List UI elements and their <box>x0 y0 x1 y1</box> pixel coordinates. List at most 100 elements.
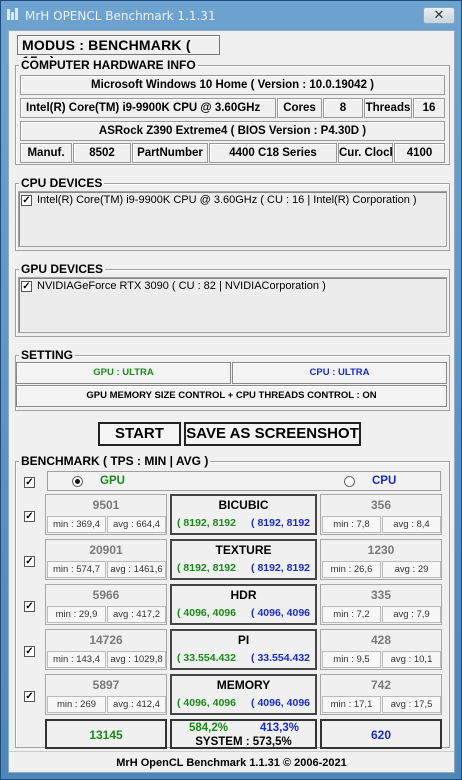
test-cpu-size: ( 8192, 8192 <box>251 517 310 529</box>
test-gpu-size: ( 33.554.432 <box>177 652 236 664</box>
cpu-score-box: 1230 min : 26,6 avg : 29 <box>320 539 442 580</box>
test-checkbox[interactable]: ✓ <box>24 601 35 612</box>
gpu-min: min : 269 <box>47 696 106 713</box>
cores-label: Cores <box>277 98 322 118</box>
cpu-min: min : 9,5 <box>322 651 381 668</box>
test-gpu-size: ( 4096, 4096 <box>177 697 236 709</box>
gpu-score: 14726 <box>89 633 123 647</box>
test-label-box: TEXTURE ( 8192, 8192 ( 8192, 8192 <box>170 539 317 580</box>
cpu-avg: avg : 8,4 <box>382 516 441 533</box>
test-name: HDR <box>230 588 257 602</box>
cpu-score-box: 356 min : 7,8 avg : 8,4 <box>320 494 442 535</box>
memory-control-button[interactable]: GPU MEMORY SIZE CONTROL + CPU THREADS CO… <box>16 385 447 407</box>
cpu-score: 1230 <box>367 543 395 557</box>
test-name: BICUBIC <box>218 498 269 512</box>
manuf-label: Manuf. <box>20 143 72 163</box>
threads-value: 16 <box>413 98 445 118</box>
mode-label: MODUS : BENCHMARK ( 15s ) <box>17 35 220 69</box>
gpu-score: 9501 <box>92 498 120 512</box>
clock-value: 4100 <box>394 143 445 163</box>
setting-title: SETTING <box>19 348 76 362</box>
cores-value: 8 <box>323 98 363 118</box>
test-label-box: MEMORY ( 4096, 4096 ( 4096, 4096 <box>170 674 317 715</box>
cpu-score: 356 <box>370 498 392 512</box>
cpu-quality-button[interactable]: CPU : ULTRA <box>232 362 447 384</box>
gpu-score-box: 5897 min : 269 avg : 412,4 <box>45 674 167 715</box>
test-checkbox[interactable]: ✓ <box>24 511 35 522</box>
gpu-score-box: 20901 min : 574,7 avg : 1461,6 <box>45 539 167 580</box>
threads-label: Threads <box>364 98 412 118</box>
gpu-score-box: 5966 min : 29,9 avg : 417,2 <box>45 584 167 625</box>
cpu-devices-title: CPU DEVICES <box>19 176 105 190</box>
test-name: TEXTURE <box>215 543 272 557</box>
cpu-avg: avg : 10,1 <box>382 651 441 668</box>
total-cpu-box: 620 <box>320 719 442 749</box>
gpu-avg: avg : 1461,6 <box>107 561 166 578</box>
cpu-avg: avg : 17,5 <box>382 696 441 713</box>
total-gpu-score: 13145 <box>89 728 123 742</box>
client-area: MODUS : BENCHMARK ( 15s ) COMPUTER HARDW… <box>8 30 455 773</box>
cpu-device-item[interactable]: Intel(R) Core(TM) i9-9900K CPU @ 3.60GHz… <box>37 194 417 206</box>
cpu-radio[interactable] <box>344 476 355 487</box>
title-bar[interactable]: MrH OPENCL Benchmark 1.1.31 ✕ <box>1 1 461 29</box>
benchmark-all-checkbox[interactable]: ✓ <box>24 477 35 488</box>
save-screenshot-button[interactable]: SAVE AS SCREENSHOT <box>184 422 361 446</box>
system-score: SYSTEM : 573,5% <box>195 736 292 748</box>
test-checkbox[interactable]: ✓ <box>24 691 35 702</box>
test-name: MEMORY <box>216 678 271 692</box>
cpu-min: min : 17,1 <box>322 696 381 713</box>
test-checkbox[interactable]: ✓ <box>24 556 35 567</box>
benchmark-title: BENCHMARK ( TPS : MIN | AVG ) <box>19 454 211 468</box>
system-box: 584,2% 413,3% SYSTEM : 573,5% <box>170 719 317 749</box>
gpu-min: min : 369,4 <box>47 516 106 533</box>
gpu-score: 20901 <box>89 543 123 557</box>
gpu-radio-label[interactable]: GPU <box>100 475 125 487</box>
test-cpu-size: ( 4096, 4096 <box>251 697 310 709</box>
cpu-score: 742 <box>370 678 392 692</box>
gpu-score: 5897 <box>92 678 120 692</box>
test-cpu-size: ( 33.554.432 <box>251 652 310 664</box>
app-window: MrH OPENCL Benchmark 1.1.31 ✕ MODUS : BE… <box>0 0 462 780</box>
app-icon <box>7 8 18 20</box>
gpu-avg: avg : 664,4 <box>107 516 166 533</box>
test-label-box: HDR ( 4096, 4096 ( 4096, 4096 <box>170 584 317 625</box>
cpu-radio-label[interactable]: CPU <box>372 475 396 487</box>
cpu-score-box: 428 min : 9,5 avg : 10,1 <box>320 629 442 670</box>
pct-gpu: 584,2% <box>189 722 229 734</box>
total-gpu-box: 13145 <box>45 719 167 749</box>
test-cpu-size: ( 4096, 4096 <box>251 607 310 619</box>
test-checkbox[interactable]: ✓ <box>24 646 35 657</box>
cpu-min: min : 7,2 <box>322 606 381 623</box>
test-gpu-size: ( 8192, 8192 <box>177 517 236 529</box>
gpu-quality-button[interactable]: GPU : ULTRA <box>16 362 231 384</box>
footer-text: MrH OpenCL Benchmark 1.1.31 © 2006-2021 <box>9 751 454 773</box>
clock-label: Cur. Clock <box>338 143 393 163</box>
gpu-score-box: 9501 min : 369,4 avg : 664,4 <box>45 494 167 535</box>
gpu-min: min : 574,7 <box>47 561 106 578</box>
gpu-devices-title: GPU DEVICES <box>19 262 106 276</box>
cpu-score-box: 335 min : 7,2 avg : 7,9 <box>320 584 442 625</box>
partnumber-label: PartNumber <box>132 143 208 163</box>
test-label-box: BICUBIC ( 8192, 8192 ( 8192, 8192 <box>170 494 317 535</box>
gpu-score: 5966 <box>92 588 120 602</box>
gpu-device-checkbox[interactable]: ✓ <box>21 281 32 292</box>
gpu-device-list[interactable]: ✓ NVIDIAGeForce RTX 3090 ( CU : 82 | NVI… <box>18 277 447 333</box>
start-button[interactable]: START <box>98 422 181 446</box>
cpu-score: 428 <box>370 633 392 647</box>
board-field: ASRock Z390 Extreme4 ( BIOS Version : P4… <box>20 121 445 141</box>
gpu-min: min : 143,4 <box>47 651 106 668</box>
close-button[interactable]: ✕ <box>423 7 455 24</box>
gpu-radio[interactable] <box>72 476 83 487</box>
cpu-min: min : 26,6 <box>322 561 381 578</box>
gpu-score-box: 14726 min : 143,4 avg : 1029,8 <box>45 629 167 670</box>
gpu-avg: avg : 412,4 <box>107 696 166 713</box>
total-cpu-score: 620 <box>370 728 392 742</box>
gpu-avg: avg : 1029,8 <box>107 651 166 668</box>
test-name: PI <box>237 633 250 647</box>
test-gpu-size: ( 8192, 8192 <box>177 562 236 574</box>
cpu-device-checkbox[interactable]: ✓ <box>21 195 32 206</box>
cpu-device-list[interactable]: ✓ Intel(R) Core(TM) i9-9900K CPU @ 3.60G… <box>18 191 447 247</box>
gpu-device-item[interactable]: NVIDIAGeForce RTX 3090 ( CU : 82 | NVIDI… <box>37 280 326 292</box>
cpu-score: 335 <box>370 588 392 602</box>
cpu-field: Intel(R) Core(TM) i9-9900K CPU @ 3.60GHz <box>20 98 276 118</box>
